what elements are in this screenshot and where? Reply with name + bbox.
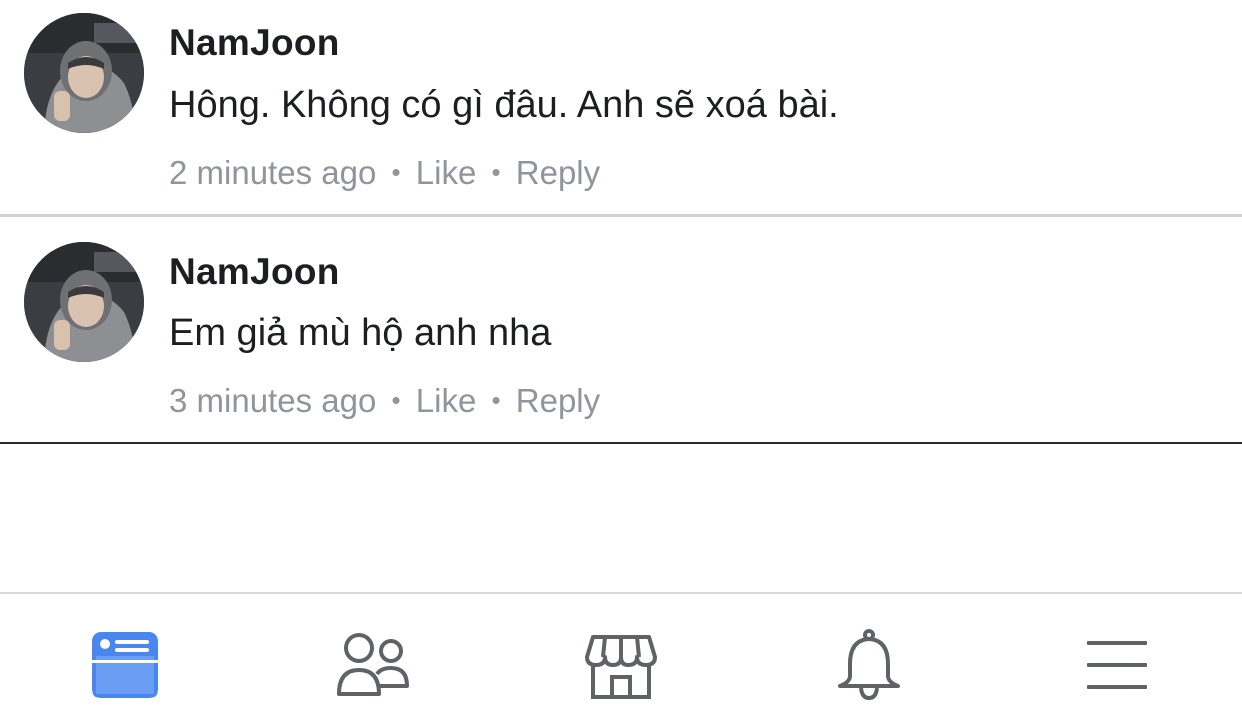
separator-dot: •	[391, 157, 401, 187]
comment-timestamp[interactable]: 2 minutes ago	[169, 154, 376, 191]
comment-author[interactable]: NamJoon	[169, 251, 340, 293]
comment-meta: 2 minutes ago • Like • Reply	[169, 154, 600, 192]
news-feed-icon	[92, 632, 158, 698]
comment-text: Em giả mù hộ anh nha	[169, 312, 552, 354]
tab-notifications[interactable]	[824, 620, 914, 710]
avatar[interactable]	[24, 242, 144, 362]
comment-text: Hông. Không có gì đâu. Anh sẽ xoá bài.	[169, 84, 839, 126]
avatar-photo-icon	[24, 13, 144, 133]
tab-friends[interactable]	[328, 620, 418, 710]
marketplace-icon	[585, 635, 657, 699]
notifications-bell-icon	[838, 629, 900, 701]
like-link[interactable]: Like	[416, 154, 477, 191]
separator-dot: •	[391, 385, 401, 415]
separator-dot: •	[491, 157, 501, 187]
tab-news-feed[interactable]	[80, 620, 170, 710]
comment-author[interactable]: NamJoon	[169, 22, 340, 64]
tab-marketplace[interactable]	[576, 620, 666, 710]
comment-timestamp[interactable]: 3 minutes ago	[169, 382, 376, 419]
like-link[interactable]: Like	[416, 382, 477, 419]
separator-dot: •	[491, 385, 501, 415]
reply-link[interactable]: Reply	[516, 382, 600, 419]
comment-divider	[0, 442, 1242, 444]
comment-item: NamJoon Hông. Không có gì đâu. Anh sẽ xo…	[0, 0, 1242, 214]
avatar-photo-icon	[24, 242, 144, 362]
menu-icon	[1087, 641, 1147, 689]
friends-icon	[337, 633, 409, 696]
reply-link[interactable]: Reply	[516, 154, 600, 191]
tab-menu[interactable]	[1072, 620, 1162, 710]
bottom-tab-bar	[0, 592, 1242, 728]
comment-item: NamJoon Em giả mù hộ anh nha 3 minutes a…	[0, 216, 1242, 442]
comments-page: NamJoon Hông. Không có gì đâu. Anh sẽ xo…	[0, 0, 1242, 728]
avatar[interactable]	[24, 13, 144, 133]
comment-meta: 3 minutes ago • Like • Reply	[169, 382, 600, 420]
